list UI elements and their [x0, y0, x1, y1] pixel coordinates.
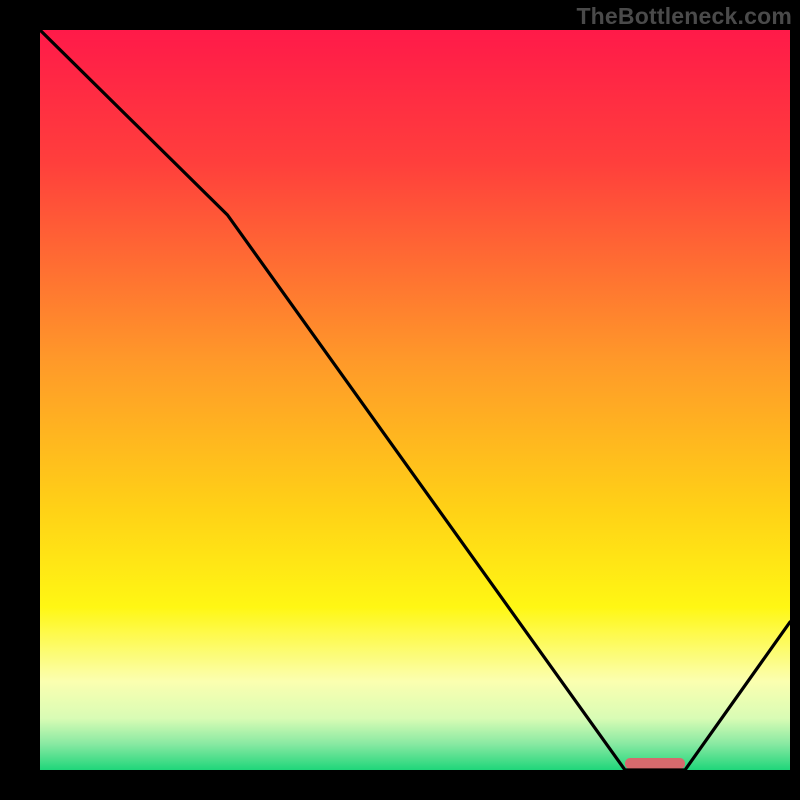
plot-area	[40, 30, 790, 770]
optimal-marker	[625, 758, 685, 769]
chart-frame: TheBottleneck.com	[0, 0, 800, 800]
watermark-text: TheBottleneck.com	[576, 3, 792, 30]
bottleneck-chart	[0, 0, 800, 800]
